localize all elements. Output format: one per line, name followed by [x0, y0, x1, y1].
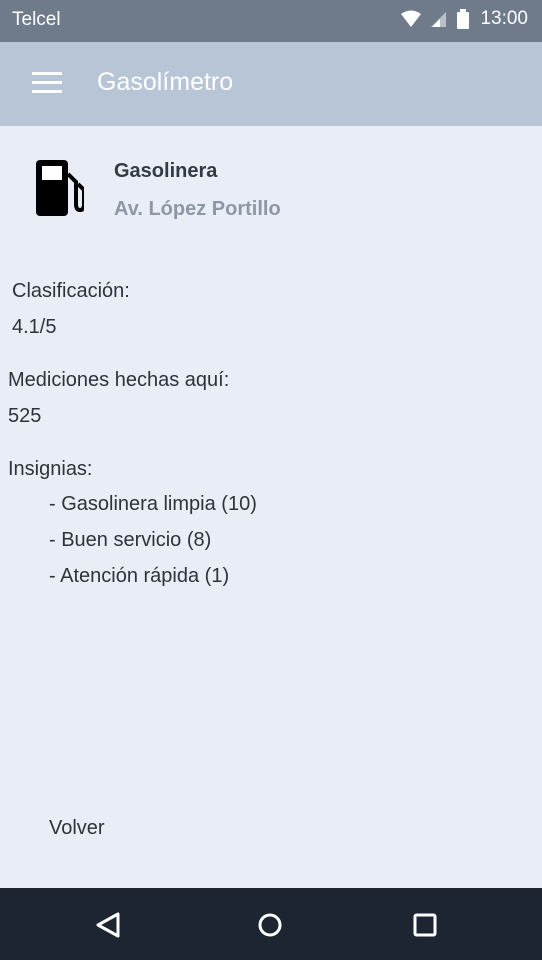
measurements-value: 525 [8, 405, 42, 427]
home-circle-icon[interactable] [255, 910, 285, 940]
badges-label: Insignias: [8, 458, 93, 480]
recents-square-icon[interactable] [410, 910, 440, 940]
back-triangle-icon[interactable] [94, 910, 124, 940]
wifi-icon [401, 10, 422, 27]
carrier-name: Telcel [12, 9, 61, 30]
status-icons: 13:00 [400, 8, 528, 30]
rating-label: Clasificación: [12, 280, 130, 302]
status-bar: Telcel 13:00 [0, 0, 542, 42]
station-address: Av. López Portillo [114, 198, 281, 220]
clock: 13:00 [480, 8, 528, 29]
app-title: Gasolímetro [97, 68, 234, 96]
measurements-label: Mediciones hechas aquí: [8, 369, 230, 391]
badges-list: - Gasolinera limpia (10) - Buen servicio… [49, 492, 257, 600]
badge-item: - Atención rápida (1) [49, 565, 230, 587]
badge-item: - Buen servicio (8) [49, 529, 212, 551]
signal-icon [431, 12, 447, 27]
navigation-bar [0, 888, 542, 960]
battery-icon [457, 9, 470, 29]
app-bar: Gasolímetro [0, 42, 542, 126]
badge-item: - Gasolinera limpia (10) [49, 493, 257, 515]
back-button[interactable]: Volver [49, 817, 105, 840]
rating-value: 4.1/5 [12, 316, 57, 338]
gas-pump-icon [36, 160, 84, 216]
station-name: Gasolinera [114, 160, 218, 182]
menu-icon[interactable] [32, 72, 62, 94]
